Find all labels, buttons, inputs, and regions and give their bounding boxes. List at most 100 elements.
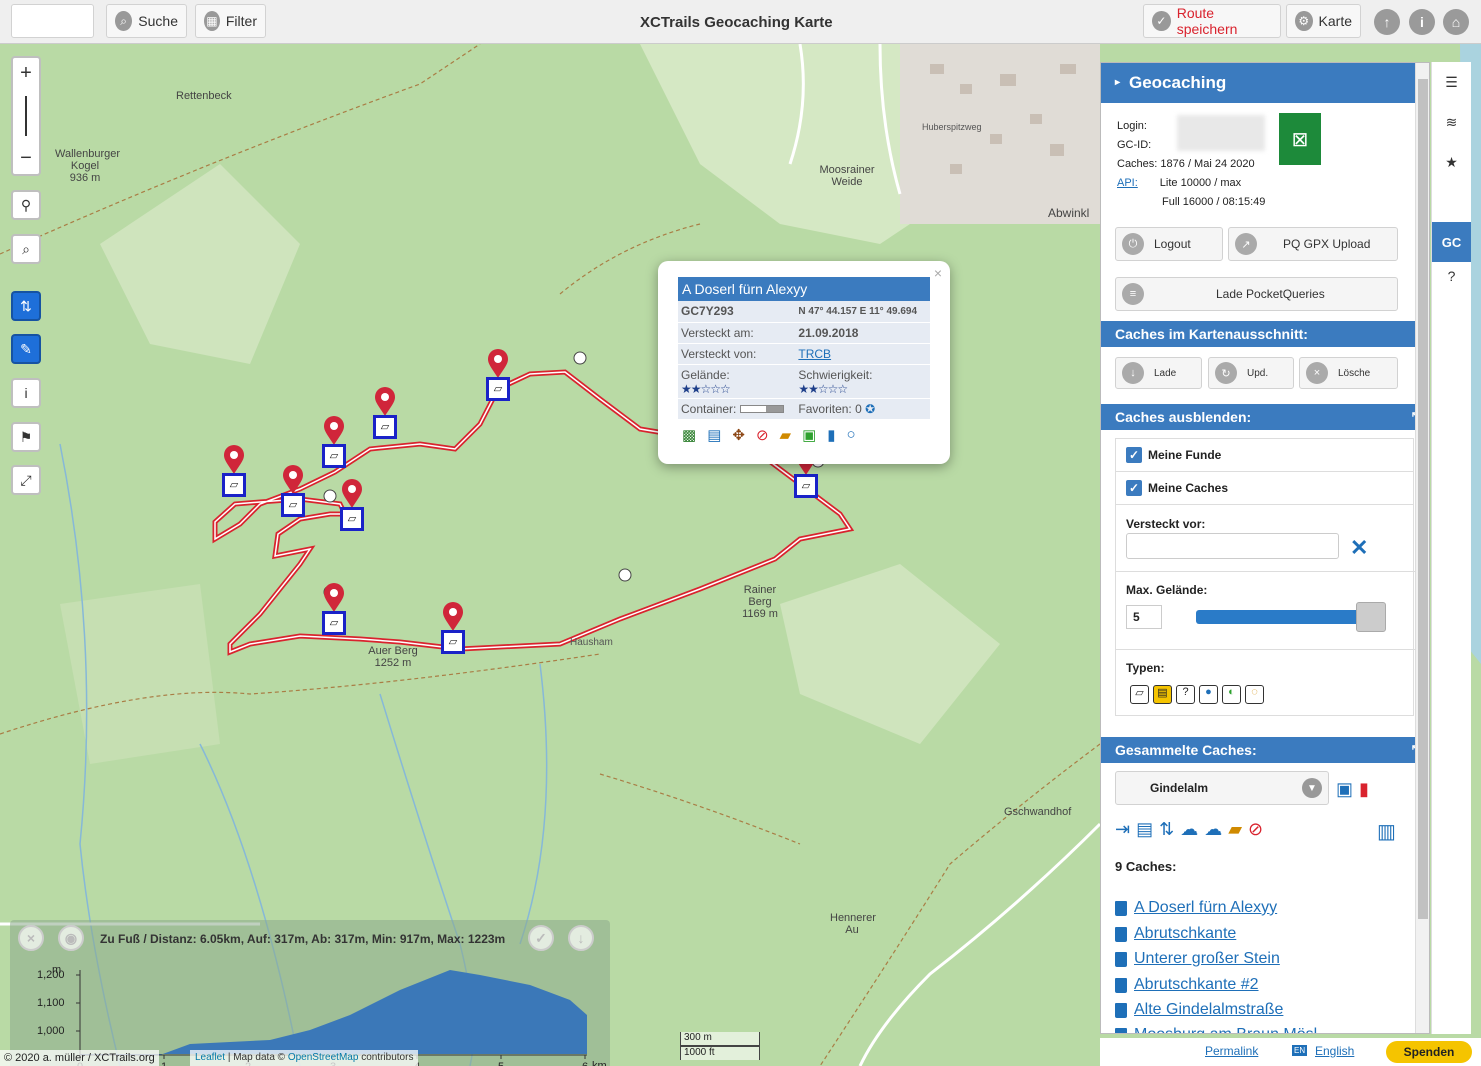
cache-marker-box-icon[interactable]: ▱ — [322, 444, 346, 468]
map-search-button[interactable]: ⌕ — [11, 234, 41, 264]
update-button[interactable]: ↻ Upd. — [1208, 357, 1294, 389]
cache-link[interactable]: Alte Gindelalmstraße — [1115, 1001, 1283, 1019]
list-tab[interactable]: ☰ — [1432, 62, 1471, 102]
cache-marker-pin-icon[interactable] — [442, 602, 464, 632]
filter-button[interactable]: ▦ Filter — [195, 4, 266, 38]
cache-marker-box-icon[interactable]: ▱ — [281, 493, 305, 517]
info-icon[interactable]: i — [1409, 9, 1435, 35]
mystery-type-icon[interactable]: ? — [1176, 685, 1195, 704]
language-link[interactable]: English — [1315, 1044, 1354, 1058]
trackable-icon[interactable]: ▰ — [780, 426, 792, 444]
cache-link[interactable]: Unterer großer Stein — [1115, 950, 1280, 968]
trash-icon[interactable]: ▮ — [827, 426, 835, 444]
scrollbar-thumb[interactable] — [1418, 79, 1428, 919]
cache-marker-box-icon[interactable]: ▱ — [222, 473, 246, 497]
gc-logo-icon[interactable]: ▩ — [682, 426, 696, 444]
trash-icon[interactable] — [1115, 951, 1127, 967]
cache-marker-box-icon[interactable]: ▱ — [486, 377, 510, 401]
no-icon[interactable]: ⊘ — [1248, 819, 1263, 840]
donate-button[interactable]: Spenden — [1386, 1041, 1472, 1063]
delete-button[interactable]: × Lösche — [1299, 357, 1398, 389]
save-icon[interactable]: ▣ — [1336, 779, 1353, 800]
zoom-out-button[interactable]: − — [20, 147, 32, 170]
map-icon[interactable]: ▥ — [1377, 819, 1396, 844]
trash-icon[interactable] — [1115, 900, 1127, 916]
cache-marker-box-icon[interactable]: ▱ — [373, 415, 397, 439]
comment-icon[interactable]: ▣ — [802, 426, 816, 444]
map-button[interactable]: ⚙ Karte — [1286, 4, 1361, 38]
locate-button[interactable]: ⚲ — [11, 190, 41, 220]
tab-gc[interactable]: GC — [1432, 222, 1471, 262]
edit-button[interactable]: ✎ — [11, 334, 41, 364]
save-route-button[interactable]: ✓ Route speichern — [1143, 4, 1281, 38]
cache-marker-box-icon[interactable]: ▱ — [441, 630, 465, 654]
my-caches-checkbox[interactable]: ✓ — [1126, 480, 1142, 496]
favorites-tab[interactable]: ★ — [1432, 142, 1471, 182]
trash-icon[interactable] — [1115, 1027, 1127, 1033]
route-tool-button[interactable]: ⇅ — [11, 291, 41, 321]
trackable-icon[interactable]: ▰ — [1228, 819, 1242, 840]
permalink-link[interactable]: Permalink — [1205, 1044, 1258, 1058]
terrain-slider-handle[interactable] — [1356, 602, 1386, 632]
leaflet-link[interactable]: Leaflet — [195, 1052, 225, 1063]
max-terrain-spinner[interactable]: 5 — [1126, 605, 1162, 629]
cache-marker-pin-icon[interactable] — [323, 583, 345, 613]
cache-marker-pin-icon[interactable] — [223, 445, 245, 475]
load-button[interactable]: ↓ Lade — [1115, 357, 1202, 389]
document-icon[interactable]: ▤ — [707, 426, 721, 444]
collection-select[interactable]: Gindelalm ▼ — [1115, 771, 1329, 805]
cache-link[interactable]: Abrutschkante #2 — [1115, 976, 1259, 994]
cache-link[interactable]: A Doserl fürn Alexyy — [1115, 899, 1277, 917]
cache-marker-pin-icon[interactable] — [374, 387, 396, 417]
close-icon[interactable]: × — [934, 265, 942, 281]
fullscreen-button[interactable]: ⤢ — [11, 465, 41, 495]
import-icon[interactable]: ⇥ — [1115, 819, 1130, 840]
cloud-download-icon[interactable]: ☁ — [1180, 819, 1198, 840]
earth-type-icon[interactable]: ◐ — [1222, 685, 1241, 704]
wherigo-type-icon[interactable]: ● — [1199, 685, 1218, 704]
cache-link[interactable]: Abrutschkante — [1115, 925, 1236, 943]
pin-button[interactable]: ⚑ — [11, 422, 41, 452]
zoom-in-button[interactable]: + — [20, 62, 32, 85]
circle-icon[interactable]: ○ — [847, 426, 856, 444]
panel-scrollbar[interactable] — [1415, 63, 1429, 1033]
my-finds-checkbox[interactable]: ✓ — [1126, 447, 1142, 463]
osm-link[interactable]: OpenStreetMap — [288, 1052, 359, 1063]
info-button[interactable]: i — [11, 378, 41, 408]
panel-header[interactable]: ▸ Geocaching — [1101, 63, 1429, 103]
cache-marker-box-icon[interactable]: ▱ — [322, 611, 346, 635]
trash-icon[interactable] — [1115, 1002, 1127, 1018]
rss-tab[interactable]: ≋ — [1432, 102, 1471, 142]
upload-icon[interactable]: ↑ — [1374, 9, 1400, 35]
cache-marker-pin-icon[interactable] — [323, 416, 345, 446]
cache-marker-box-icon[interactable]: ▱ — [340, 507, 364, 531]
no-icon[interactable]: ⊘ — [756, 426, 769, 444]
help-tab[interactable]: ? — [1432, 262, 1471, 290]
signpost-icon[interactable]: ⇅ — [1159, 819, 1174, 840]
cache-marker-pin-icon[interactable] — [341, 479, 363, 509]
log-icon[interactable]: ✥ — [732, 426, 745, 444]
search-button[interactable]: ⌕ Suche — [106, 4, 187, 38]
api-link[interactable]: API: — [1117, 177, 1138, 189]
logout-button[interactable]: ⏻ Logout — [1115, 227, 1223, 261]
cache-marker-pin-icon[interactable] — [487, 349, 509, 379]
cache-marker-box-icon[interactable]: ▱ — [794, 474, 818, 498]
cache-marker-pin-icon[interactable] — [282, 465, 304, 495]
cloud-upload-icon[interactable]: ☁ — [1204, 819, 1222, 840]
multi-type-icon[interactable]: ▤ — [1153, 685, 1172, 704]
trash-icon[interactable] — [1115, 926, 1127, 942]
cache-link[interactable]: Moosburg am Braun Mösl — [1115, 1026, 1317, 1033]
letterbox-type-icon[interactable]: ◌ — [1245, 685, 1264, 704]
zoom-slider[interactable] — [25, 96, 27, 136]
clear-date-icon[interactable]: ✕ — [1350, 535, 1368, 561]
delete-icon[interactable]: ▮ — [1359, 779, 1369, 800]
location-input[interactable] — [11, 4, 94, 38]
hidden-before-input[interactable] — [1126, 533, 1339, 559]
pq-upload-button[interactable]: ↗ PQ GPX Upload — [1228, 227, 1398, 261]
home-icon[interactable]: ⌂ — [1443, 9, 1469, 35]
owner-link[interactable]: TRCB — [798, 347, 831, 361]
load-pocketqueries-button[interactable]: ≡ Lade PocketQueries — [1115, 277, 1398, 311]
trash-icon[interactable] — [1115, 977, 1127, 993]
document-icon[interactable]: ▤ — [1136, 819, 1153, 840]
traditional-type-icon[interactable]: ▱ — [1130, 685, 1149, 704]
